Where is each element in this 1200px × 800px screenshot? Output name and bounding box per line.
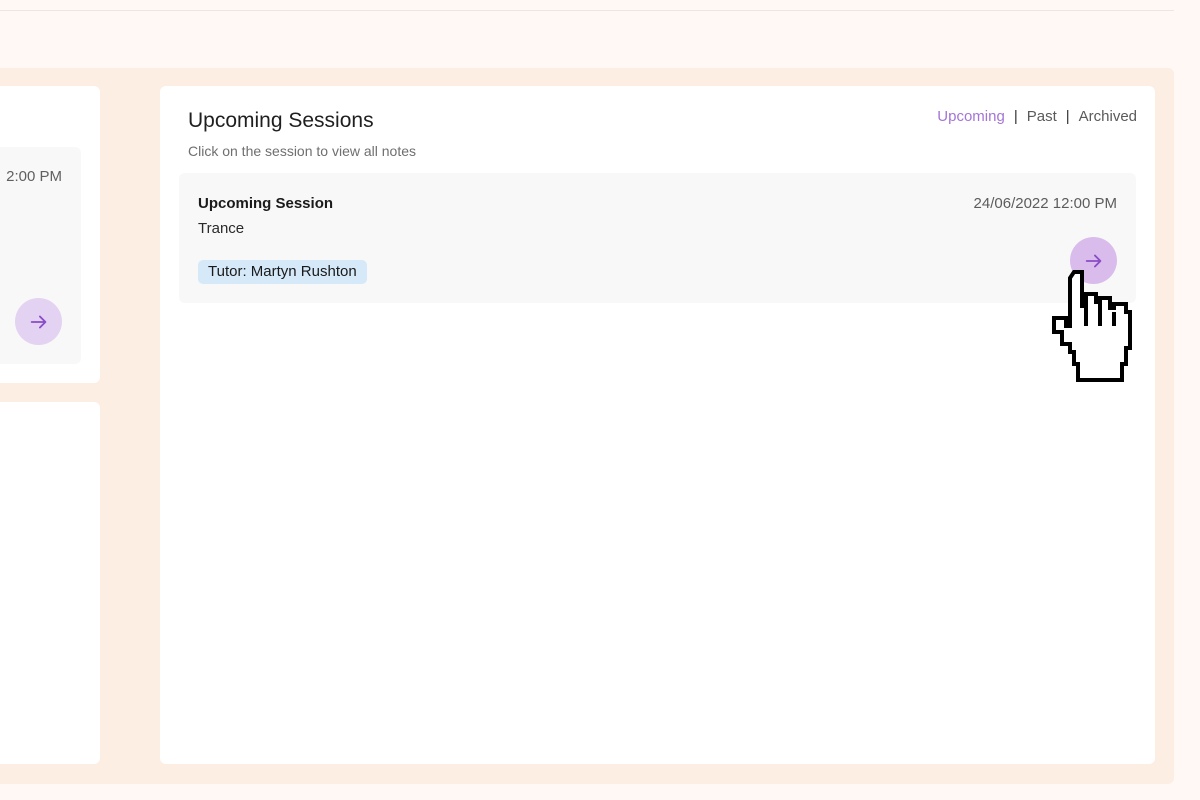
left-session-open-button[interactable] [15, 298, 62, 345]
page-title: Upcoming Sessions [188, 109, 374, 132]
session-item[interactable]: Upcoming Session Trance 24/06/2022 12:00… [179, 173, 1136, 303]
session-filter-tabs: Upcoming | Past | Archived [937, 108, 1137, 125]
page: 2:00 PM Upcoming Sessions Click on the s… [0, 0, 1200, 800]
left-bottom-card [0, 402, 100, 764]
left-session-card: 2:00 PM [0, 86, 100, 383]
tab-archived[interactable]: Archived [1079, 108, 1137, 125]
session-subtitle: Trance [198, 220, 245, 237]
session-open-button[interactable] [1070, 237, 1117, 284]
arrow-right-icon [30, 315, 46, 328]
tutor-badge: Tutor: Martyn Rushton [198, 260, 367, 284]
session-datetime: 24/06/2022 12:00 PM [973, 195, 1117, 212]
tab-upcoming[interactable]: Upcoming [937, 108, 1005, 125]
tab-past[interactable]: Past [1027, 108, 1057, 125]
filter-separator: | [1065, 108, 1070, 125]
page-subtitle: Click on the session to view all notes [188, 143, 416, 159]
filter-separator: | [1013, 108, 1018, 125]
left-session-item[interactable]: 2:00 PM [0, 147, 81, 364]
session-title: Upcoming Session [198, 195, 334, 212]
arrow-right-icon [1085, 254, 1101, 267]
left-session-time: 2:00 PM [6, 168, 62, 185]
top-divider [0, 10, 1174, 11]
upcoming-sessions-card: Upcoming Sessions Click on the session t… [160, 86, 1155, 764]
